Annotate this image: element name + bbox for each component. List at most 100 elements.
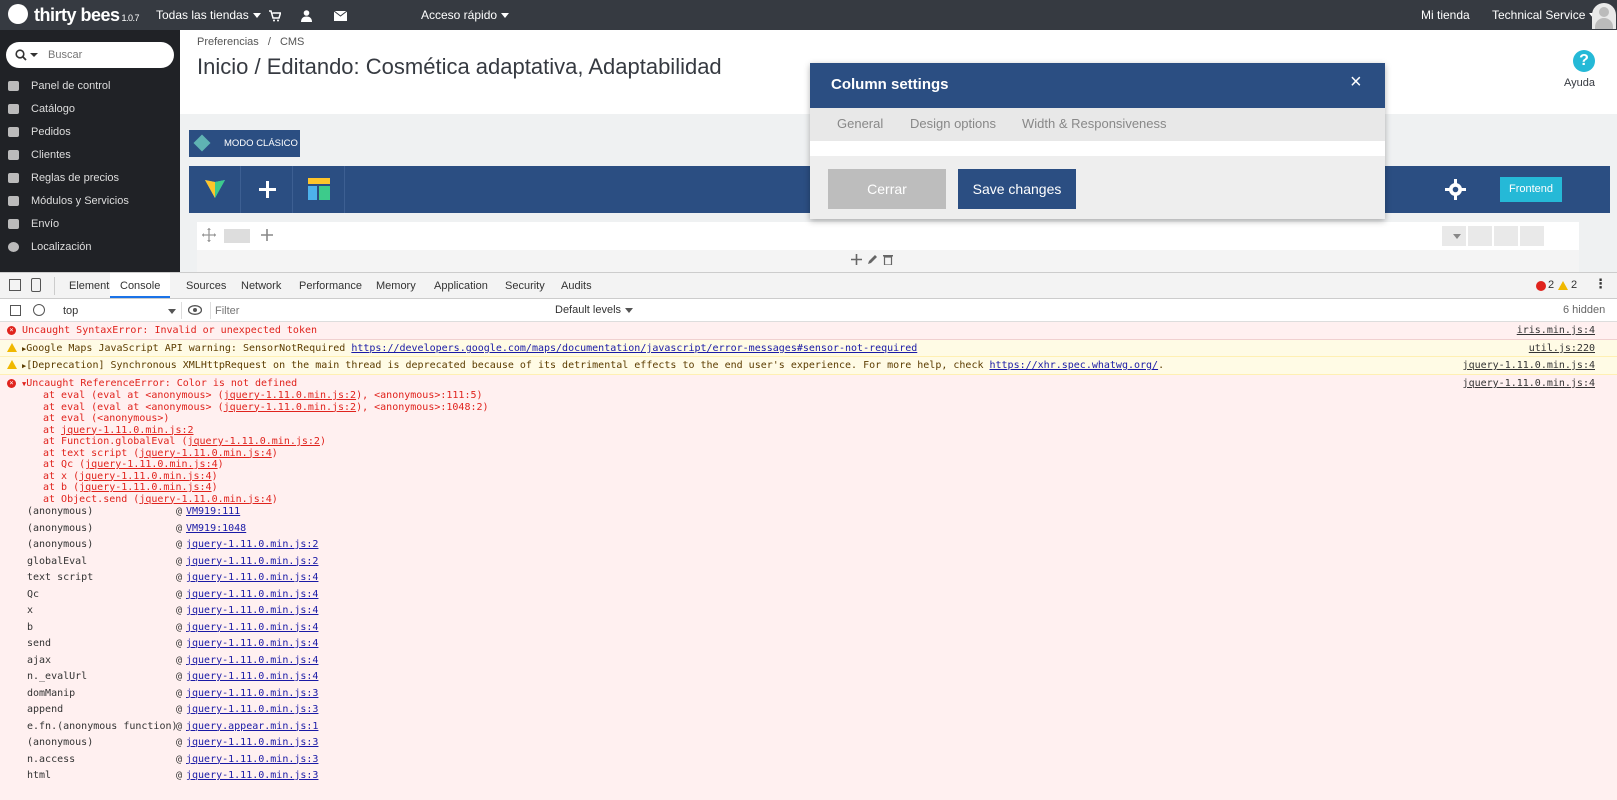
cancel-button[interactable]: Cerrar [828, 169, 946, 209]
filter-input[interactable] [215, 301, 537, 320]
save-button[interactable]: Save changes [958, 169, 1076, 209]
message-source-link[interactable]: jquery-1.11.0.min.js:4 [1463, 360, 1595, 371]
call-stack-source-link[interactable]: jquery-1.11.0.min.js:3 [186, 754, 318, 765]
search-input[interactable] [48, 46, 163, 64]
sidebar-item-orders[interactable]: Pedidos [0, 120, 180, 144]
plus-icon[interactable] [261, 229, 273, 241]
message-source-link[interactable]: iris.min.js:4 [1517, 325, 1595, 336]
customer-icon[interactable] [301, 0, 312, 30]
breadcrumb-item[interactable]: Preferencias [197, 36, 259, 48]
tab-application[interactable]: Application [434, 273, 488, 299]
plus-icon[interactable] [851, 254, 862, 265]
call-stack-source-link[interactable]: VM919:1048 [186, 523, 246, 534]
call-stack-source-link[interactable]: jquery-1.11.0.min.js:4 [186, 572, 318, 583]
tab-memory[interactable]: Memory [376, 273, 416, 299]
add-element-button[interactable] [241, 166, 293, 213]
sidebar-item-localization[interactable]: Localización [0, 235, 180, 259]
more-options-icon[interactable]: ⋮ [1594, 277, 1607, 291]
call-stack-source-link[interactable]: jquery-1.11.0.min.js:3 [186, 770, 318, 781]
tab-elements[interactable]: Elements [69, 273, 115, 299]
sidebar-item-shipping[interactable]: Envío [0, 212, 180, 236]
message-source-link[interactable]: jquery-1.11.0.min.js:4 [1463, 378, 1595, 389]
row-dropdown[interactable] [1442, 226, 1466, 246]
call-stack-source-link[interactable]: jquery-1.11.0.min.js:2 [186, 556, 318, 567]
context-selector[interactable]: top [55, 302, 176, 319]
sidebar-toggle-icon[interactable] [10, 305, 21, 316]
gear-icon[interactable] [1445, 179, 1466, 200]
tab-audits[interactable]: Audits [561, 273, 592, 299]
stack-frame-link[interactable]: jquery-1.11.0.min.js:2 [61, 425, 193, 436]
user-menu[interactable]: Technical Service [1492, 0, 1598, 30]
templates-button[interactable] [293, 166, 345, 213]
stack-frame-text: at eval (eval at <anonymous> ( [43, 390, 224, 401]
call-stack-source-link[interactable]: jquery-1.11.0.min.js:3 [186, 704, 318, 715]
column-layout-toggle[interactable] [224, 229, 250, 243]
call-stack-source-link[interactable]: VM919:111 [186, 506, 240, 517]
eye-icon[interactable] [188, 305, 202, 315]
pencil-icon[interactable] [867, 254, 878, 265]
call-stack-source-link[interactable]: jquery-1.11.0.min.js:4 [186, 622, 318, 633]
call-stack-source-link[interactable]: jquery-1.11.0.min.js:3 [186, 688, 318, 699]
breadcrumb-item[interactable]: CMS [280, 36, 304, 48]
builder-logo[interactable] [189, 166, 241, 213]
move-icon[interactable] [202, 228, 216, 242]
call-stack-source-link[interactable]: jquery-1.11.0.min.js:3 [186, 737, 318, 748]
call-stack-source-link[interactable]: jquery-1.11.0.min.js:4 [186, 671, 318, 682]
tab-general[interactable]: General [837, 116, 883, 131]
call-stack-function: x [27, 605, 34, 616]
clone-icon[interactable] [1494, 226, 1518, 246]
stack-frame-link[interactable]: jquery-1.11.0.min.js:2 [224, 402, 356, 413]
quick-access-menu[interactable]: Acceso rápido [421, 0, 510, 30]
tab-design-options[interactable]: Design options [910, 116, 996, 131]
avatar[interactable] [1592, 3, 1616, 29]
stack-frame-link[interactable]: jquery-1.11.0.min.js:2 [188, 436, 320, 447]
device-toolbar-icon[interactable] [31, 278, 41, 292]
search-box[interactable] [6, 42, 174, 68]
call-stack-source-link[interactable]: jquery-1.11.0.min.js:4 [186, 655, 318, 666]
call-stack-source-link[interactable]: jquery-1.11.0.min.js:4 [186, 605, 318, 616]
tab-console[interactable]: Console [110, 273, 171, 298]
log-levels-dropdown[interactable]: Default levels [555, 304, 634, 316]
sidebar-item-customers[interactable]: Clientes [0, 143, 180, 167]
trash-icon[interactable] [883, 254, 893, 265]
help-label[interactable]: Ayuda [1564, 77, 1595, 89]
frontend-button[interactable]: Frontend [1500, 177, 1562, 202]
close-icon[interactable]: × [1350, 72, 1362, 92]
tab-sources[interactable]: Sources [186, 273, 226, 299]
call-stack-source-link[interactable]: jquery-1.11.0.min.js:2 [186, 539, 318, 550]
stack-frame-link[interactable]: jquery-1.11.0.min.js:2 [224, 390, 356, 401]
message-icon[interactable] [333, 0, 348, 30]
store-selector[interactable]: Todas las tiendas [156, 0, 261, 30]
error-count[interactable]: 2 [1548, 279, 1554, 291]
my-store-link[interactable]: Mi tienda [1421, 0, 1470, 30]
trash-icon[interactable] [1520, 226, 1544, 246]
inspect-icon[interactable] [9, 279, 21, 291]
tab-performance[interactable]: Performance [299, 273, 362, 299]
tab-security[interactable]: Security [505, 273, 545, 299]
logo[interactable]: thirty bees 1.0.7 [8, 0, 140, 30]
message-source-link[interactable]: util.js:220 [1529, 343, 1595, 354]
sidebar-item-price-rules[interactable]: Reglas de precios [0, 166, 180, 190]
sidebar-item-label: Catálogo [31, 103, 76, 115]
call-stack-source-link[interactable]: jquery.appear.min.js:1 [186, 721, 318, 732]
help-icon[interactable]: ? [1573, 50, 1595, 72]
stack-frame-link[interactable]: jquery-1.11.0.min.js:4 [79, 471, 211, 482]
warning-count[interactable]: 2 [1571, 279, 1577, 291]
message-link[interactable]: https://developers.google.com/maps/docum… [351, 343, 917, 354]
sidebar-item-modules[interactable]: Módulos y Servicios [0, 189, 180, 213]
sidebar-item-dashboard[interactable]: Panel de control [0, 74, 180, 98]
call-stack-source-link[interactable]: jquery-1.11.0.min.js:4 [186, 638, 318, 649]
stack-frame-link[interactable]: jquery-1.11.0.min.js:4 [79, 482, 211, 493]
tab-network[interactable]: Network [241, 273, 281, 299]
message-link[interactable]: https://xhr.spec.whatwg.org/ [990, 360, 1159, 371]
sidebar-item-catalog[interactable]: Catálogo [0, 97, 180, 121]
clear-console-icon[interactable] [33, 304, 45, 316]
tab-width-responsiveness[interactable]: Width & Responsiveness [1022, 116, 1167, 131]
pencil-icon[interactable] [1468, 226, 1492, 246]
stack-frame-link[interactable]: jquery-1.11.0.min.js:4 [139, 448, 271, 459]
cart-icon[interactable] [269, 0, 282, 30]
classic-mode-button[interactable]: MODO CLÁSICO [189, 130, 300, 157]
call-stack-source-link[interactable]: jquery-1.11.0.min.js:4 [186, 589, 318, 600]
stack-frame-link[interactable]: jquery-1.11.0.min.js:4 [139, 494, 271, 505]
stack-frame-link[interactable]: jquery-1.11.0.min.js:4 [85, 459, 217, 470]
